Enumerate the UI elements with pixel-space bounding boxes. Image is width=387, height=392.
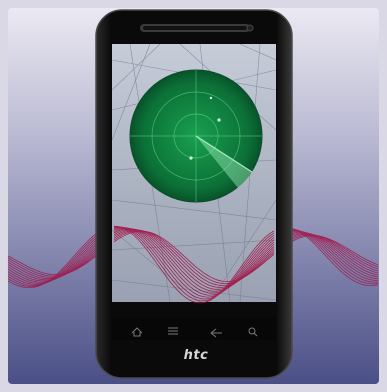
earpiece-grill (143, 26, 247, 30)
brand-logo: htc (184, 348, 209, 363)
radar-blip (217, 118, 221, 122)
illustration-canvas: htc (0, 0, 387, 392)
radar-blip (189, 156, 193, 160)
phone-screen (112, 44, 276, 340)
smartphone: htc (95, 9, 293, 379)
radar-blip (209, 96, 213, 100)
radar-display (129, 69, 263, 203)
front-camera-icon (246, 24, 254, 32)
